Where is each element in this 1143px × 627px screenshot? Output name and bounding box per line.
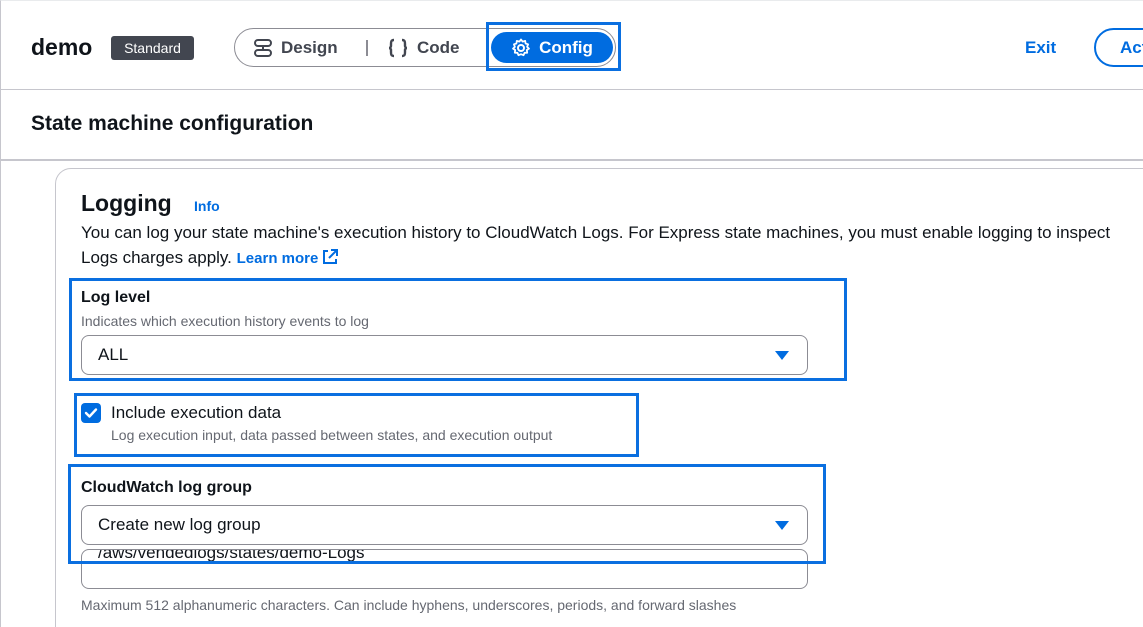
gear-icon: [512, 38, 530, 56]
include-execution-data-label: Include execution data: [111, 403, 282, 422]
caret-down-icon: [775, 351, 789, 360]
external-link-icon: [323, 249, 339, 264]
mode-design-label: Design: [281, 37, 338, 57]
actions-button[interactable]: Actions: [1094, 28, 1143, 67]
type-badge: Standard: [111, 36, 194, 60]
log-level-select[interactable]: ALL: [81, 335, 808, 375]
include-execution-data-hint: Log execution input, data passed between…: [111, 427, 553, 443]
charges-text: Logs charges apply.: [81, 248, 232, 267]
log-group-constraint-hint: Maximum 512 alphanumeric characters. Can…: [81, 597, 737, 613]
mode-code-button[interactable]: Code: [387, 29, 460, 66]
learn-more-label: Learn more: [236, 250, 319, 267]
info-link[interactable]: Info: [194, 198, 220, 214]
log-group-select[interactable]: Create new log group: [81, 505, 808, 545]
design-icon: [254, 38, 272, 57]
log-level-label: Log level: [81, 289, 151, 306]
mode-design-button[interactable]: Design: [253, 29, 338, 66]
mode-divider: [366, 40, 368, 56]
log-level-value: ALL: [98, 345, 129, 364]
log-group-label: CloudWatch log group: [81, 479, 252, 496]
learn-more-link[interactable]: Learn more: [236, 249, 340, 267]
include-execution-data-checkbox[interactable]: [81, 403, 101, 423]
log-level-hint: Indicates which execution history events…: [81, 313, 369, 329]
top-bar: demo Standard Design Code Config Exit Ac: [0, 0, 1143, 90]
logging-title: Logging: [81, 190, 172, 216]
checkmark-icon: [84, 408, 98, 418]
mode-segmented-control: Design Code Config: [234, 28, 616, 67]
section-header: State machine configuration: [0, 90, 1143, 161]
logging-description: You can log your state machine's executi…: [81, 223, 1111, 242]
mode-config-label: Config: [539, 37, 593, 57]
log-group-name-value: /aws/vendedlogs/states/demo-Logs: [98, 549, 365, 562]
caret-down-icon: [775, 521, 789, 530]
code-braces-icon: [388, 38, 408, 57]
mode-config-button[interactable]: Config: [491, 32, 613, 63]
state-machine-name: demo: [31, 34, 93, 60]
exit-button[interactable]: Exit: [1025, 38, 1056, 58]
log-group-value: Create new log group: [98, 515, 261, 534]
logging-description-2: Logs charges apply. Learn more: [81, 248, 339, 268]
mode-code-label: Code: [417, 37, 460, 57]
log-group-name-input[interactable]: /aws/vendedlogs/states/demo-Logs: [81, 549, 808, 589]
section-title: State machine configuration: [31, 112, 314, 135]
